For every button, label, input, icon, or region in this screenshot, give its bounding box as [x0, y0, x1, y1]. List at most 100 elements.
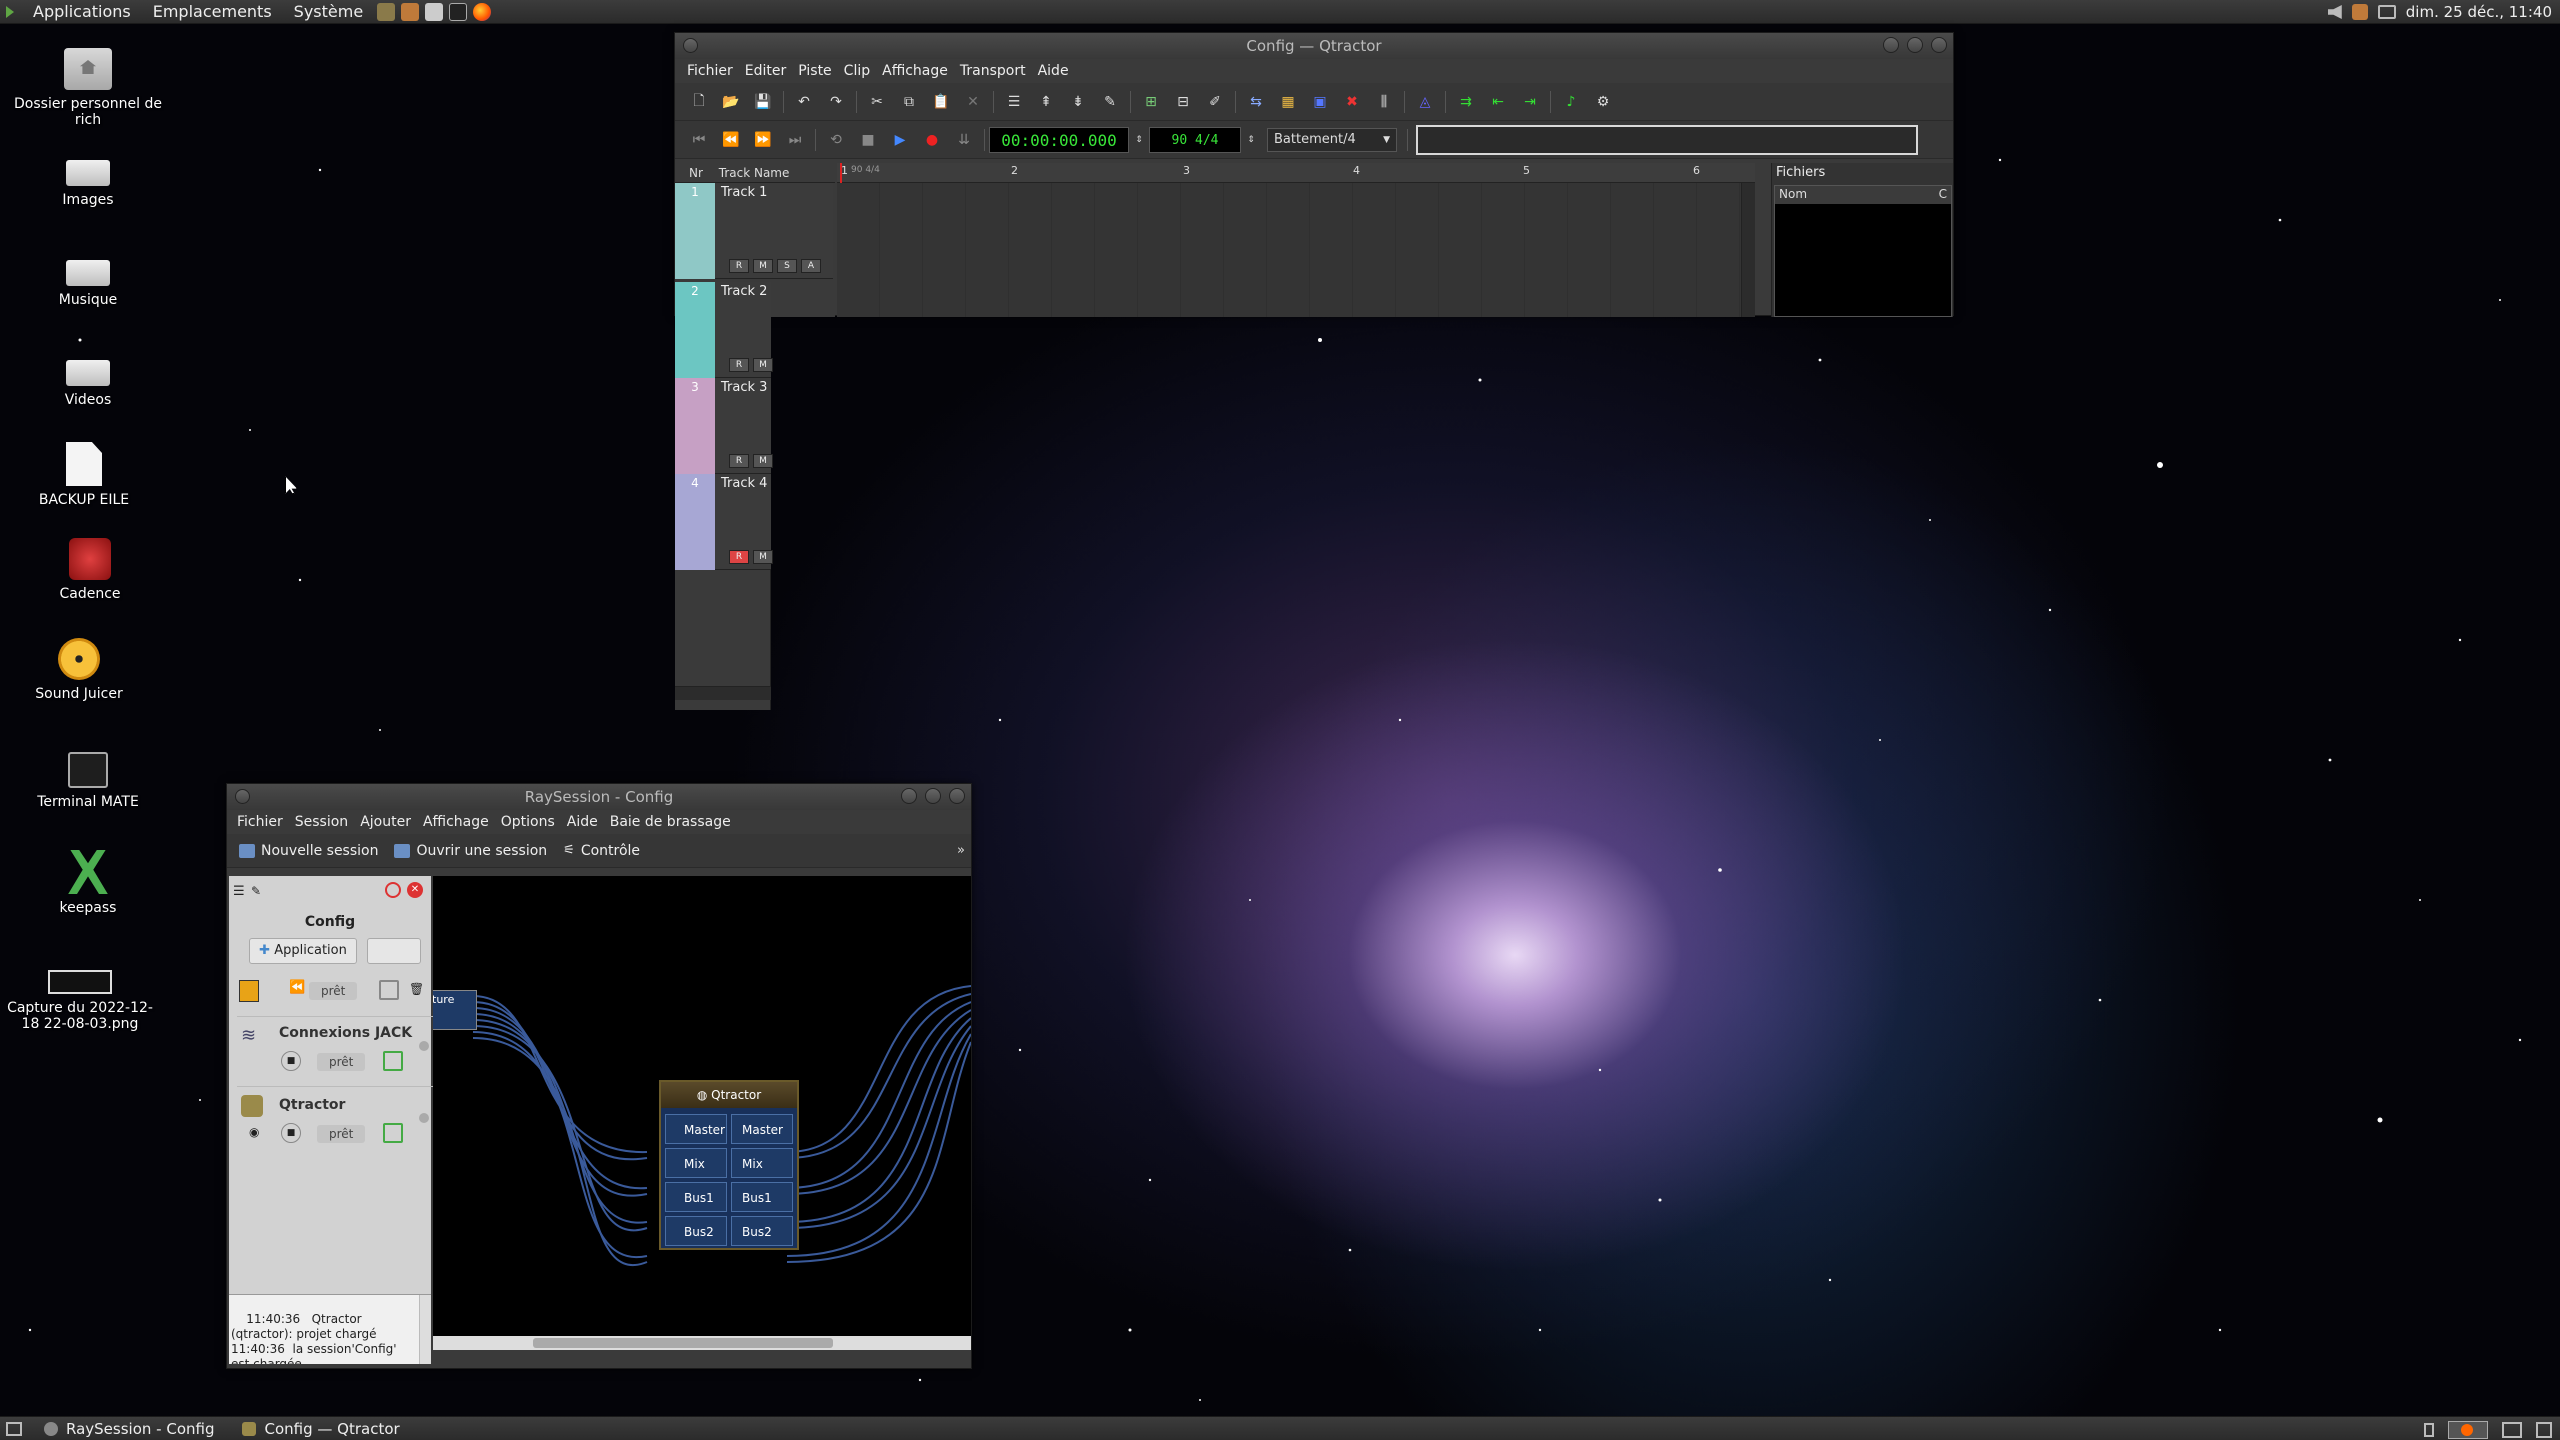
raysession-titlebar[interactable]: RaySession - Config	[227, 784, 971, 810]
qtractor-titlebar[interactable]: Config — Qtractor	[675, 33, 1953, 59]
tools-launcher-icon[interactable]	[401, 2, 420, 21]
clock[interactable]: dim. 25 déc., 11:40	[2406, 3, 2552, 21]
mixer-launcher-icon[interactable]	[377, 2, 396, 21]
save-client-icon[interactable]	[383, 1123, 403, 1143]
connections-icon[interactable]: ⇆	[1245, 91, 1267, 113]
hamburger-icon[interactable]: ☰	[233, 884, 245, 899]
vertical-scrollbar[interactable]	[1741, 183, 1755, 317]
edit-icon[interactable]: ✎	[251, 884, 261, 898]
col-track-name[interactable]: Track Name	[719, 166, 790, 180]
desktop-icon-terminal[interactable]: Terminal MATE	[13, 752, 163, 810]
tools-tray-icon[interactable]	[2351, 4, 2368, 20]
midi-icon[interactable]: ▣	[1309, 91, 1331, 113]
menu-affichage[interactable]: Affichage	[417, 814, 495, 830]
settings-icon[interactable]: ⚙	[1592, 91, 1614, 113]
window-list-icon[interactable]	[2424, 1423, 2434, 1437]
patchbay-canvas[interactable]: ture ◍ Qtractor Master Master Mix Mix Bu…	[433, 876, 971, 1350]
add-application-button[interactable]: ✚ Application	[249, 938, 357, 964]
desktop-icon-cadence[interactable]: Cadence	[15, 538, 165, 602]
menu-affichage[interactable]: Affichage	[876, 63, 954, 79]
paste-icon[interactable]: 📋	[930, 91, 952, 113]
menu-fichier[interactable]: Fichier	[681, 63, 739, 79]
input-port-bus1[interactable]: Bus1	[665, 1182, 727, 1212]
track-down-icon[interactable]: ⇟	[1067, 91, 1089, 113]
patchbay-hscrollbar[interactable]	[433, 1336, 971, 1350]
play-icon[interactable]: ▶	[889, 129, 911, 151]
undo-icon[interactable]: ↶	[793, 91, 815, 113]
minimize-button[interactable]	[1883, 37, 1899, 53]
output-port-bus1[interactable]: Bus1	[731, 1182, 793, 1212]
desktop-icon-videos[interactable]: Videos	[13, 360, 163, 408]
close-button[interactable]	[949, 788, 965, 804]
menu-transport[interactable]: Transport	[954, 63, 1032, 79]
save-client-icon[interactable]	[383, 1051, 403, 1071]
workspace-3[interactable]	[2536, 1422, 2552, 1438]
desktop-icon-backup[interactable]: BACKUP EILE	[9, 442, 159, 508]
record-icon[interactable]: ●	[921, 129, 943, 151]
desktop-icon-keepass[interactable]: keepass	[13, 850, 163, 916]
record-arm-button[interactable]: R	[729, 358, 749, 372]
loop-icon[interactable]: ⇉	[1455, 91, 1477, 113]
stop-icon[interactable]: ■	[857, 129, 879, 151]
col-nr[interactable]: Nr	[689, 166, 703, 180]
solo-button[interactable]: S	[777, 259, 797, 273]
new-file-icon[interactable]: 🗋	[688, 91, 710, 113]
metronome-icon[interactable]: ♪	[1560, 91, 1582, 113]
mute-button[interactable]: M	[753, 454, 773, 468]
forward-icon[interactable]: ⏭	[784, 129, 806, 151]
add-track-icon[interactable]: ⊞	[1140, 91, 1162, 113]
snap-select[interactable]: Battement/4 ▼	[1267, 127, 1397, 152]
menu-editer[interactable]: Editer	[739, 63, 792, 79]
input-port-mix[interactable]: Mix	[665, 1148, 727, 1178]
tempo-spin-icon[interactable]: ⇕	[1246, 129, 1256, 151]
follow-icon[interactable]: ⇊	[953, 129, 975, 151]
desktop-icon-sound-juicer[interactable]: Sound Juicer	[4, 638, 154, 702]
menu-fichier[interactable]: Fichier	[231, 814, 289, 830]
menu-clip[interactable]: Clip	[838, 63, 876, 79]
input-port-bus2[interactable]: Bus2	[665, 1216, 727, 1246]
taskbar-item-qtractor[interactable]: Config — Qtractor	[228, 1417, 413, 1440]
client-qtractor[interactable]: Qtractor ◉ ■ prêt	[237, 1086, 442, 1156]
menu-applications[interactable]: Applications	[22, 0, 142, 24]
messages-icon[interactable]: ✖	[1341, 91, 1363, 113]
save-session-icon[interactable]	[379, 980, 399, 1000]
new-session-button[interactable]: Nouvelle session	[231, 843, 386, 859]
menu-aide[interactable]: Aide	[1032, 63, 1075, 79]
capture-port-box[interactable]: ture	[433, 990, 477, 1030]
minimize-button[interactable]	[901, 788, 917, 804]
rewind-icon[interactable]: ⏪	[720, 129, 742, 151]
mixer-icon[interactable]: ⫼	[1373, 91, 1395, 113]
maximize-button[interactable]	[1907, 37, 1923, 53]
track-row-1[interactable]: 1 Track 1 R M S A	[675, 183, 833, 279]
ruler[interactable]: 1 90 4/4 2 3 4 5 6	[837, 163, 1755, 183]
timeline[interactable]: 1 90 4/4 2 3 4 5 6	[837, 163, 1755, 317]
workspace-2[interactable]	[2502, 1422, 2522, 1438]
delete-icon[interactable]: ✕	[962, 91, 984, 113]
show-desktop-icon[interactable]	[6, 1421, 22, 1436]
edit-icon[interactable]: ✎	[1099, 91, 1121, 113]
punch-in-icon[interactable]: ⇤	[1487, 91, 1509, 113]
taskbar-item-raysession[interactable]: RaySession - Config	[30, 1417, 228, 1440]
mate-menu-icon[interactable]	[6, 5, 18, 18]
mute-button[interactable]: M	[753, 550, 773, 564]
qtractor-box[interactable]: ◍ Qtractor Master Master Mix Mix Bus1 Bu…	[659, 1080, 799, 1250]
desktop-icon-screenshot[interactable]: Capture du 2022-12-18 22-08-03.png	[5, 970, 155, 1032]
scrollbar-thumb[interactable]	[533, 1338, 833, 1348]
client-connexions-jack[interactable]: ≋ Connexions JACK ■ prêt	[237, 1016, 442, 1080]
desktop-icon-music[interactable]: Musique	[13, 260, 163, 308]
open-session-button[interactable]: Ouvrir une session	[386, 843, 555, 859]
volume-icon[interactable]	[2327, 5, 2342, 19]
files-icon[interactable]: ▦	[1277, 91, 1299, 113]
mute-button[interactable]: M	[753, 259, 773, 273]
close-button[interactable]	[1931, 37, 1947, 53]
mute-button[interactable]: M	[753, 358, 773, 372]
maximize-button[interactable]	[925, 788, 941, 804]
output-port-bus2[interactable]: Bus2	[731, 1216, 793, 1246]
track-row-2[interactable]: 2 Track 2 R M	[675, 282, 773, 378]
output-port-master[interactable]: Master	[731, 1114, 793, 1144]
redo-icon[interactable]: ↷	[825, 91, 847, 113]
rewind-icon[interactable]: ⏪	[289, 980, 305, 995]
firefox-launcher-icon[interactable]	[473, 2, 492, 21]
menu-ajouter[interactable]: Ajouter	[354, 814, 417, 830]
copy-icon[interactable]: ⧉	[898, 91, 920, 113]
